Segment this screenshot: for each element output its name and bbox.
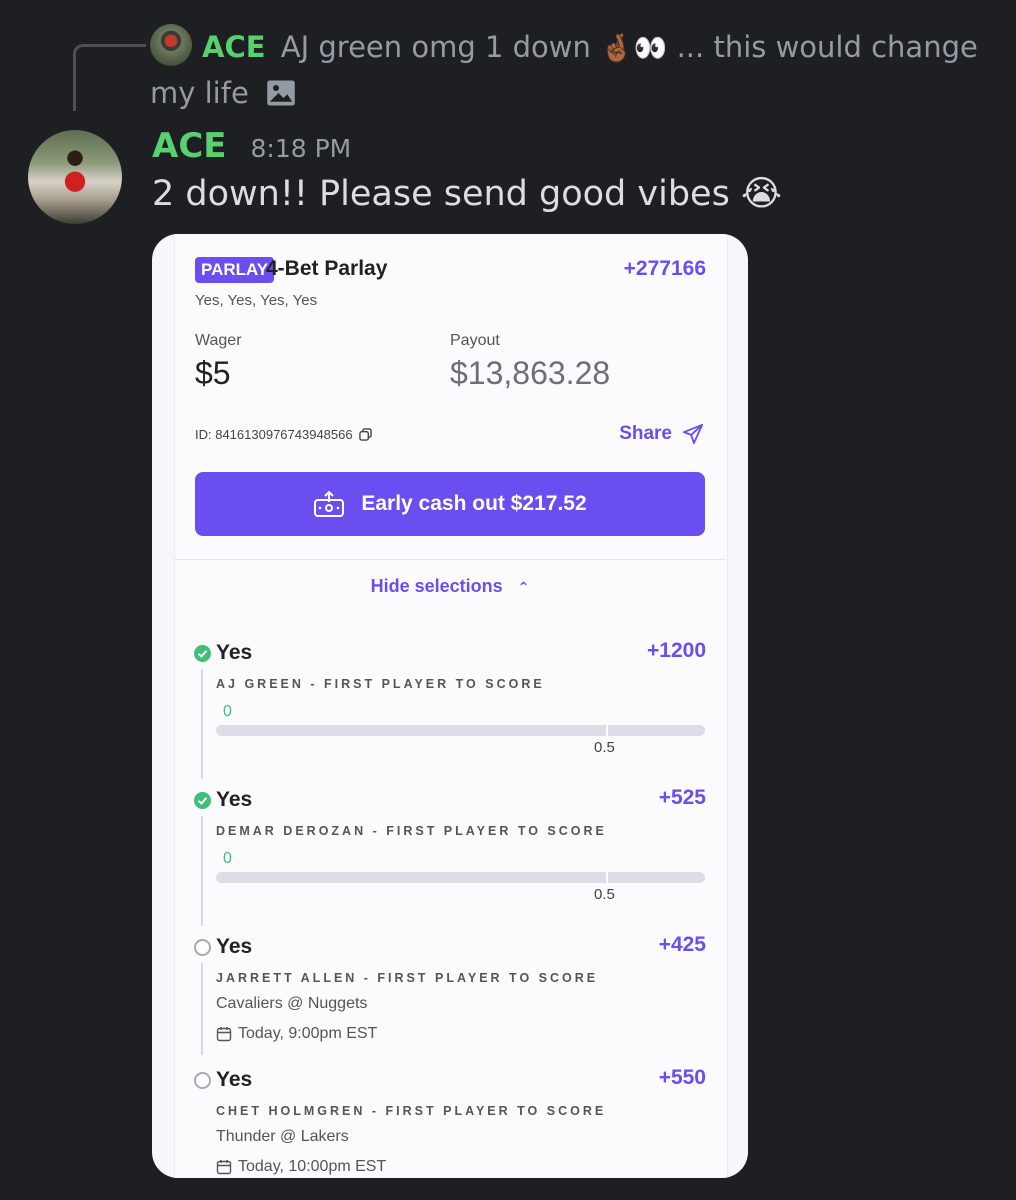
leg-odds: +550 [658, 1066, 706, 1089]
cash-out-label: Early cash out $217.52 [361, 492, 587, 515]
share-label: Share [619, 423, 672, 444]
payout-value: $13,863.28 [450, 355, 611, 391]
chevron-up-icon: ⌃ [517, 579, 530, 595]
leg-pick: Yes [216, 788, 253, 811]
wager-label: Wager [195, 332, 242, 349]
leg-start-time: Today, 9:00pm EST [216, 1025, 377, 1043]
picks-summary: Yes, Yes, Yes, Yes [195, 292, 318, 309]
pending-circle-icon [194, 939, 211, 956]
wager-value: $5 [195, 355, 231, 391]
hide-selections-label: Hide selections [370, 576, 503, 596]
payout-label: Payout [450, 332, 500, 349]
send-icon [682, 423, 704, 445]
leg-pick: Yes [216, 1068, 253, 1091]
bet-id-text: ID: 8416130976743948566 [195, 427, 353, 442]
divider [174, 559, 726, 560]
leg-game: Cavaliers @ Nuggets [216, 995, 368, 1012]
reply-connector [73, 44, 146, 111]
leg-start-time-text: Today, 9:00pm EST [238, 1025, 378, 1042]
selection-leg: Yes +1200 AJ GREEN - FIRST PLAYER TO SCO… [152, 639, 748, 779]
leg-pick: Yes [216, 935, 253, 958]
copy-icon[interactable] [358, 428, 372, 441]
message-username[interactable]: ACE [152, 126, 227, 166]
leg-line-value: 0.5 [594, 739, 615, 756]
leg-rail [201, 669, 203, 779]
message-header: ACE 8:18 PM [152, 126, 351, 172]
bet-title: 4-Bet Parlay [266, 257, 388, 280]
selection-leg: Yes +550 CHET HOLMGREN - FIRST PLAYER TO… [152, 1066, 748, 1178]
leg-odds: +1200 [647, 639, 706, 662]
early-cash-out-button[interactable]: Early cash out $217.52 [195, 472, 705, 536]
message-emoji: 😭 [740, 174, 782, 214]
leg-start-time-text: Today, 10:00pm EST [238, 1158, 387, 1175]
leg-odds: +425 [658, 933, 706, 956]
parlay-badge: PARLAY [195, 257, 275, 283]
leg-line-marker [606, 721, 608, 740]
checkmark-icon [194, 792, 211, 809]
bet-id: ID: 8416130976743948566 [195, 427, 372, 442]
reply-reference[interactable]: ACE AJ green omg 1 down 🤞🏾👀 ... this wou… [150, 24, 980, 115]
total-odds: +277166 [623, 257, 706, 280]
leg-rail [201, 963, 203, 1055]
image-attachment-icon [267, 80, 295, 106]
message-body: 2 down!! Please send good vibes [152, 174, 730, 214]
leg-progress-track [216, 872, 705, 883]
leg-start-time: Today, 10:00pm EST [216, 1158, 386, 1176]
leg-market: AJ GREEN - FIRST PLAYER TO SCORE [216, 677, 545, 691]
share-button[interactable]: Share [619, 423, 704, 445]
message-timestamp: 8:18 PM [250, 134, 352, 163]
bet-slip-image[interactable]: PARLAY 4-Bet Parlay +277166 Yes, Yes, Ye… [152, 234, 748, 1178]
calendar-icon [216, 1027, 232, 1042]
leg-market: CHET HOLMGREN - FIRST PLAYER TO SCORE [216, 1104, 607, 1118]
reply-username[interactable]: ACE [202, 30, 266, 64]
reply-emojis: 🤞🏾👀 [600, 33, 668, 64]
leg-current-value: 0 [223, 850, 232, 867]
leg-market: JARRETT ALLEN - FIRST PLAYER TO SCORE [216, 971, 599, 985]
reply-text: AJ green omg 1 down [280, 30, 591, 64]
leg-rail [201, 816, 203, 926]
checkmark-icon [194, 645, 211, 662]
leg-progress-track [216, 725, 705, 736]
calendar-icon [216, 1160, 232, 1175]
pending-circle-icon [194, 1072, 211, 1089]
leg-pick: Yes [216, 641, 253, 664]
leg-game: Thunder @ Lakers [216, 1128, 349, 1145]
selection-leg: Yes +525 DEMAR DEROZAN - FIRST PLAYER TO… [152, 786, 748, 926]
hide-selections-toggle[interactable]: Hide selections ⌃ [152, 576, 748, 597]
user-avatar[interactable] [28, 130, 122, 224]
reply-avatar[interactable] [150, 24, 192, 66]
selection-leg: Yes +425 JARRETT ALLEN - FIRST PLAYER TO… [152, 933, 748, 1058]
leg-line-value: 0.5 [594, 886, 615, 903]
leg-odds: +525 [658, 786, 706, 809]
cash-out-icon [314, 490, 345, 517]
leg-market: DEMAR DEROZAN - FIRST PLAYER TO SCORE [216, 824, 607, 838]
leg-current-value: 0 [223, 703, 232, 720]
message-text: 2 down!! Please send good vibes 😭 [152, 174, 782, 214]
leg-line-marker [606, 868, 608, 887]
